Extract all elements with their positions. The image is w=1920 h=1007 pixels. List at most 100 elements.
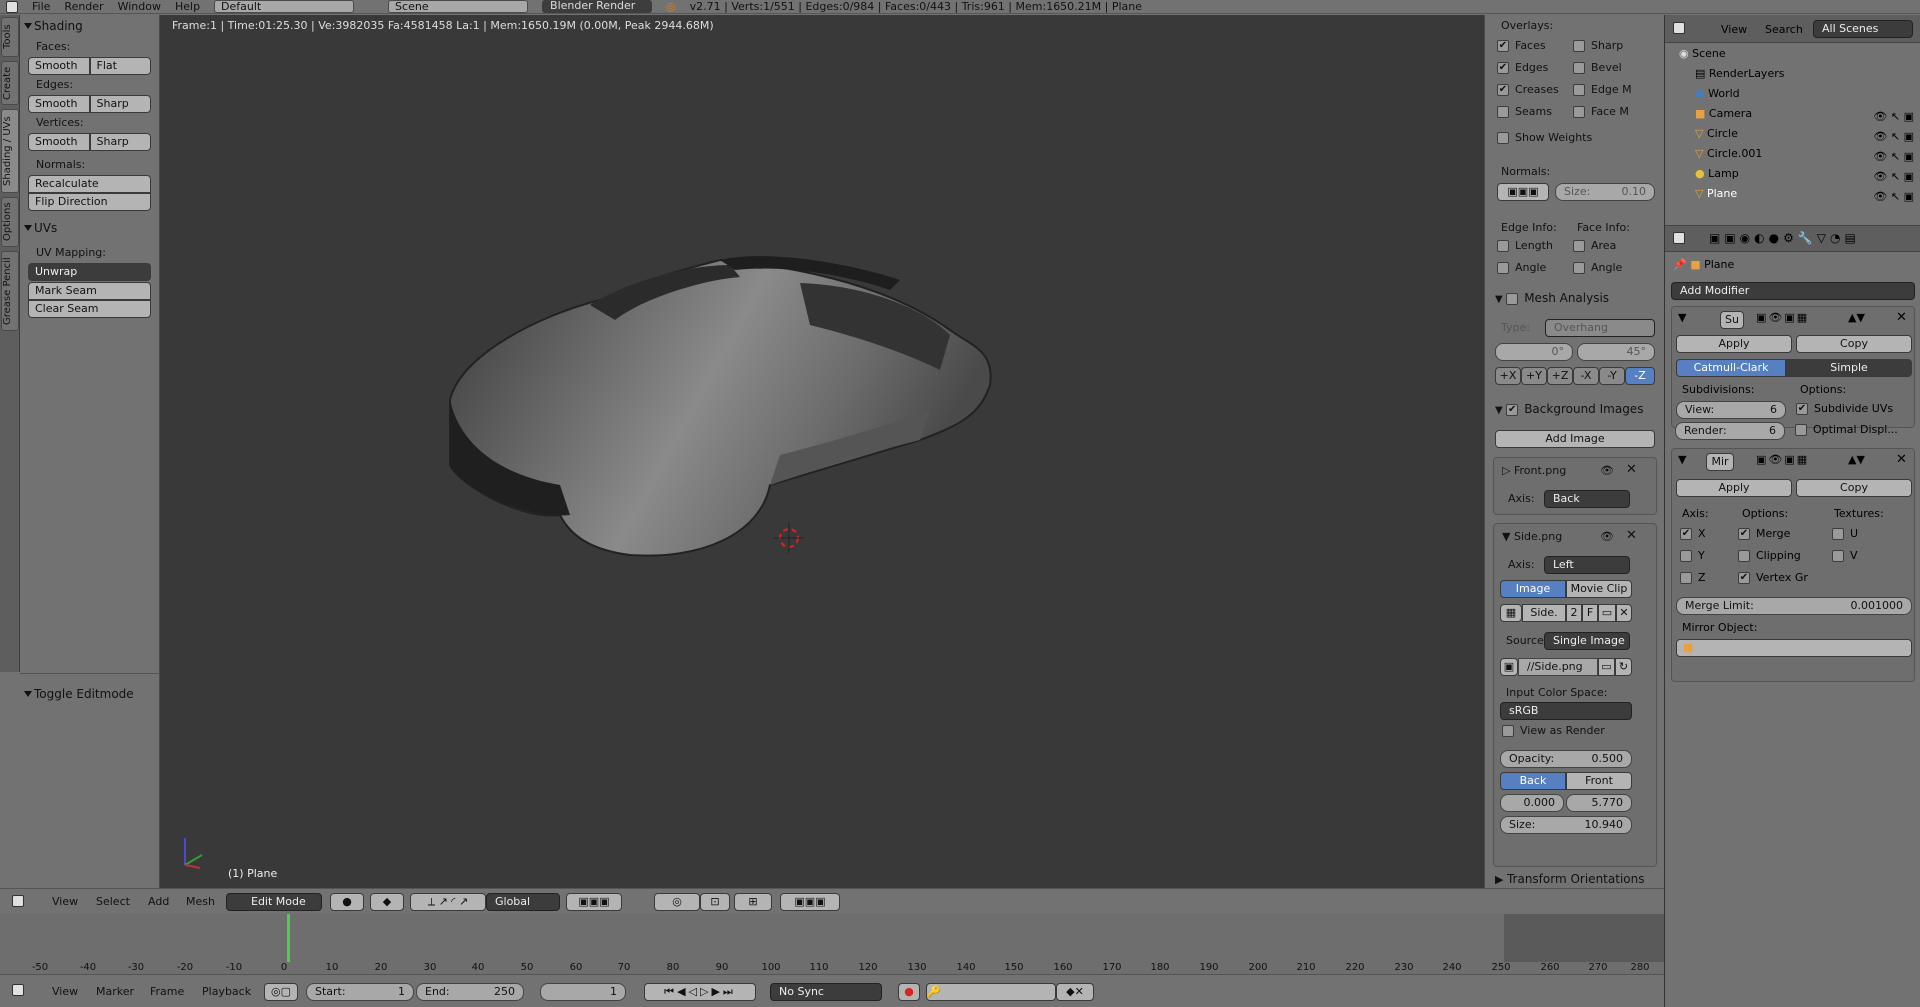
modifier-display-icons[interactable]: ▣👁▣▦ — [1756, 311, 1809, 324]
record-icon[interactable]: ● — [898, 983, 920, 1001]
menu-add[interactable]: Add — [148, 895, 169, 908]
3d-cursor-icon[interactable] — [774, 523, 804, 553]
close-icon[interactable]: ✕ — [1626, 462, 1637, 477]
remove-modifier-icon[interactable]: ✕ — [1896, 310, 1907, 325]
texture-u-checkbox[interactable] — [1832, 528, 1844, 540]
layout-selector[interactable]: Default — [214, 0, 355, 13]
tab-grease-pencil[interactable]: Grease Pencil — [1, 251, 19, 331]
front-axis-dropdown[interactable]: Back — [1544, 490, 1630, 508]
toggle-editmode-header[interactable]: Toggle Editmode — [20, 683, 160, 705]
properties-editor-icon[interactable] — [1673, 232, 1685, 244]
menu-render[interactable]: Render — [64, 0, 103, 13]
tab-image[interactable]: Image — [1500, 580, 1566, 598]
view-as-render-checkbox[interactable] — [1502, 725, 1514, 737]
render-levels-field[interactable]: Render: 6 — [1675, 422, 1785, 440]
face-angle-checkbox[interactable] — [1573, 262, 1585, 274]
background-images-checkbox[interactable] — [1506, 404, 1519, 416]
open-folder-icon[interactable]: ▭ — [1598, 604, 1616, 622]
texture-v-checkbox[interactable] — [1832, 550, 1844, 562]
editor-type-icon[interactable] — [12, 895, 24, 907]
axis-minus-x-button[interactable]: -X — [1573, 367, 1599, 385]
axis-plus-y-button[interactable]: +Y — [1521, 367, 1547, 385]
transform-orientations-header[interactable]: ▶ Transform Orientations — [1495, 872, 1644, 886]
subsurf-copy-button[interactable]: Copy — [1796, 335, 1912, 353]
vertex-groups-checkbox[interactable] — [1738, 572, 1750, 584]
mirror-z-checkbox[interactable] — [1680, 572, 1692, 584]
modifier-display-icons[interactable]: ▣👁▣▦ — [1756, 453, 1809, 466]
tab-create[interactable]: Create — [1, 61, 19, 105]
analysis-type-dropdown[interactable]: Overhang — [1545, 319, 1655, 337]
image-browse-icon[interactable]: ▦ — [1500, 604, 1522, 622]
color-space-dropdown[interactable]: sRGB — [1500, 702, 1632, 720]
texture-u-option[interactable]: U — [1832, 527, 1858, 540]
faces-smooth-button[interactable]: Smooth — [28, 57, 90, 75]
menu-select[interactable]: Select — [96, 895, 130, 908]
show-weights-checkbox[interactable] — [1497, 132, 1509, 144]
merge-checkbox[interactable] — [1738, 528, 1750, 540]
timeline[interactable]: -50 -40 -30 -20 -10 0 10 20 30 40 50 60 … — [0, 914, 1664, 974]
face-area[interactable]: Area — [1573, 239, 1616, 252]
mirror-axis-z[interactable]: Z — [1680, 571, 1706, 584]
context-tabs[interactable]: ▣▣◉◐●⚙🔧▽◔▤ — [1709, 231, 1860, 245]
tab-shading-uvs[interactable]: Shading / UVs — [1, 109, 19, 193]
mark-seam-button[interactable]: Mark Seam — [28, 282, 151, 300]
show-weights[interactable]: Show Weights — [1497, 131, 1592, 144]
overlay-faces[interactable]: Faces — [1497, 39, 1546, 52]
opacity-slider[interactable]: Opacity: 0.500 — [1500, 750, 1632, 768]
visibility-toggles[interactable]: 👁 ↖ ▣ 👁 ↖ ▣ 👁 ↖ ▣ 👁 ↖ ▣ 👁 ↖ ▣ — [1873, 107, 1914, 207]
analysis-min-field[interactable]: 0° — [1495, 343, 1573, 361]
back-toggle[interactable]: Back — [1500, 772, 1566, 790]
outliner-view-menu[interactable]: View — [1721, 23, 1747, 36]
size-field[interactable]: Size: 10.940 — [1500, 816, 1632, 834]
edges-sharp-button[interactable]: Sharp — [89, 95, 151, 113]
mode-dropdown[interactable]: Edit Mode — [226, 893, 322, 911]
reload-icon[interactable]: ↻ — [1615, 658, 1632, 676]
mirror-x-checkbox[interactable] — [1680, 528, 1692, 540]
unwrap-dropdown[interactable]: Unwrap — [28, 263, 151, 281]
outliner-item-lamp[interactable]: ● Lamp — [1695, 167, 1739, 180]
shading-panel-header[interactable]: Shading — [20, 15, 159, 37]
sync-mode-dropdown[interactable]: No Sync — [770, 983, 882, 1001]
timeline-menu-frame[interactable]: Frame — [150, 985, 184, 998]
end-frame-field[interactable]: End: 250 — [416, 983, 524, 1001]
texture-v-option[interactable]: V — [1832, 549, 1858, 562]
snap-icon[interactable]: ⊡ — [700, 893, 730, 911]
vertices-sharp-button[interactable]: Sharp — [89, 133, 151, 151]
overlay-bevel[interactable]: Bevel — [1573, 61, 1622, 74]
overlay-edge-m-checkbox[interactable] — [1573, 84, 1585, 96]
optimal-display-checkbox[interactable] — [1795, 424, 1807, 436]
image-users-count[interactable]: 2 — [1566, 604, 1582, 622]
keying-set-field[interactable]: 🔑 — [926, 983, 1056, 1001]
preview-range-icon[interactable]: ◎▢ — [264, 983, 298, 1001]
overlay-face-m-checkbox[interactable] — [1573, 106, 1585, 118]
eye-icon[interactable]: 👁 — [1600, 530, 1614, 543]
normals-display-buttons[interactable]: ▣▣▣ — [1497, 183, 1549, 201]
clear-seam-button[interactable]: Clear Seam — [28, 300, 151, 318]
overlay-creases[interactable]: Creases — [1497, 83, 1559, 96]
menu-window[interactable]: Window — [118, 0, 161, 13]
front-toggle[interactable]: Front — [1566, 772, 1632, 790]
outliner-item-renderlayers[interactable]: ▤ RenderLayers — [1695, 67, 1784, 80]
outliner-search-menu[interactable]: Search — [1765, 23, 1803, 36]
axis-plus-z-button[interactable]: +Z — [1547, 367, 1573, 385]
axis-minus-z-button[interactable]: -Z — [1625, 367, 1655, 385]
move-up-down-icon[interactable]: ▲▼ — [1848, 311, 1865, 324]
timeline-menu-view[interactable]: View — [52, 985, 78, 998]
subdivide-uvs[interactable]: Subdivide UVs — [1796, 402, 1893, 415]
scene-selector[interactable]: Scene — [388, 0, 529, 13]
fake-user-button[interactable]: F — [1582, 604, 1598, 622]
eye-icon[interactable]: 👁 — [1600, 464, 1614, 477]
merge-limit-field[interactable]: Merge Limit: 0.001000 — [1676, 597, 1912, 615]
source-dropdown[interactable]: Single Image — [1544, 632, 1630, 650]
mirror-axis-y[interactable]: Y — [1680, 549, 1705, 562]
add-image-button[interactable]: Add Image — [1495, 430, 1655, 448]
catmull-clark-toggle[interactable]: Catmull-Clark — [1676, 359, 1786, 377]
overlay-sharp-checkbox[interactable] — [1573, 40, 1585, 52]
overlay-edges-checkbox[interactable] — [1497, 62, 1509, 74]
axis-plus-x-button[interactable]: +X — [1495, 367, 1521, 385]
menu-mesh[interactable]: Mesh — [186, 895, 215, 908]
manipulator-icons[interactable]: ⟂ ↗ ◜ ↗ — [410, 893, 486, 911]
mirror-object-field[interactable]: ■ — [1676, 639, 1912, 657]
overlay-face-m[interactable]: Face M — [1573, 105, 1629, 118]
mirror-copy-button[interactable]: Copy — [1796, 479, 1912, 497]
